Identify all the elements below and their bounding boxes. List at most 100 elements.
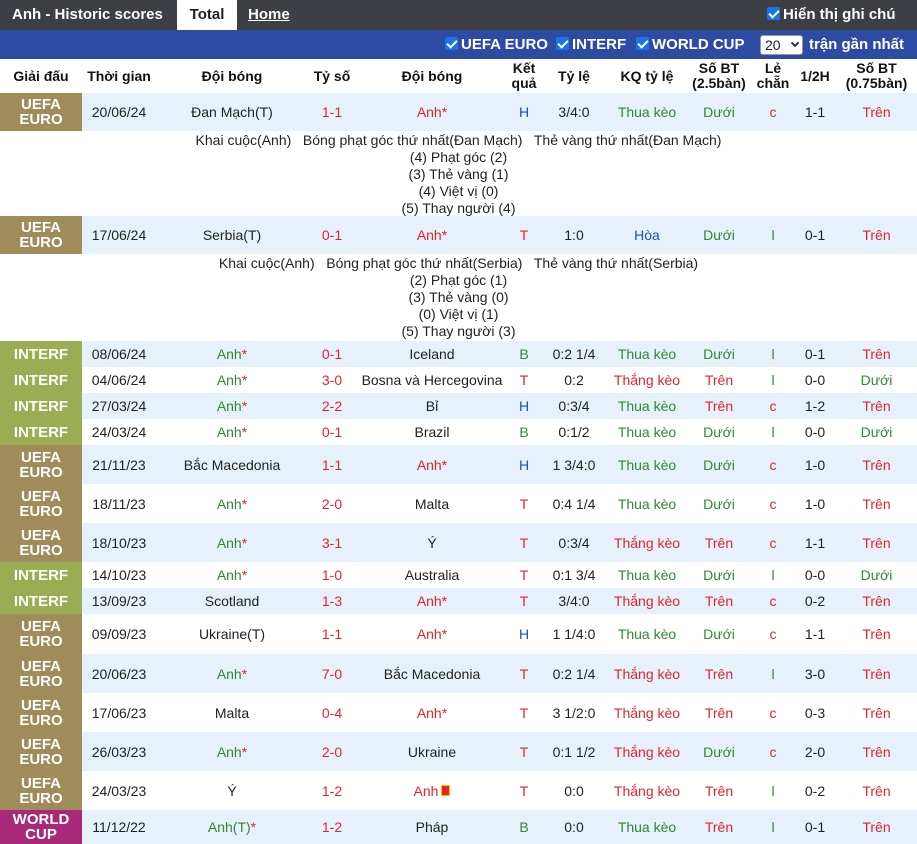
away-text[interactable]: Anh bbox=[417, 457, 442, 473]
match-count-select[interactable]: 20 bbox=[760, 35, 803, 55]
cell-oe: l bbox=[752, 216, 794, 254]
cell-home[interactable]: Anh * bbox=[156, 654, 308, 693]
home-text[interactable]: Anh(T) bbox=[208, 819, 251, 835]
away-text[interactable]: Australia bbox=[405, 567, 459, 583]
cell-home[interactable]: Anh * bbox=[156, 341, 308, 367]
cell-away[interactable]: Anh * bbox=[356, 693, 508, 732]
cell-score: 1-1 bbox=[308, 445, 356, 484]
cell-away[interactable]: Ý bbox=[356, 523, 508, 562]
table-row: INTERF 27/03/24 Anh * 2-2 Bỉ H 0:3/4 Thua kèo Trê… bbox=[0, 393, 917, 419]
tab-home[interactable]: Home bbox=[248, 0, 290, 30]
ou2-text: Dưới bbox=[860, 424, 893, 440]
cell-away[interactable]: Anh * bbox=[356, 216, 508, 254]
cell-home[interactable]: Anh * bbox=[156, 393, 308, 419]
tab-total[interactable]: Total bbox=[177, 0, 237, 30]
cell-away[interactable]: Anh * bbox=[356, 445, 508, 484]
cell-away[interactable]: Australia bbox=[356, 562, 508, 588]
cell-half: 1-0 bbox=[794, 484, 836, 523]
away-text[interactable]: Anh bbox=[417, 705, 442, 721]
home-text[interactable]: Scotland bbox=[205, 593, 259, 609]
cell-away[interactable]: Bỉ bbox=[356, 393, 508, 419]
home-text[interactable]: Anh bbox=[217, 496, 242, 512]
cell-away[interactable]: Brazil bbox=[356, 419, 508, 445]
away-text[interactable]: Ukraine bbox=[408, 744, 456, 760]
away-text[interactable]: Pháp bbox=[416, 819, 449, 835]
cell-home[interactable]: Anh * bbox=[156, 523, 308, 562]
away-text[interactable]: Ý bbox=[427, 535, 436, 551]
cell-away[interactable]: Bắc Macedonia bbox=[356, 654, 508, 693]
cell-home[interactable]: Anh * bbox=[156, 732, 308, 771]
cell-home[interactable]: Serbia(T) bbox=[156, 216, 308, 254]
cell-away[interactable]: Iceland bbox=[356, 341, 508, 367]
cell-away[interactable]: Anh * bbox=[356, 93, 508, 131]
score-text: 1-1 bbox=[321, 626, 343, 642]
show-notes-toggle[interactable]: Hiển thị ghi chú bbox=[767, 0, 896, 30]
cell-home[interactable]: Malta bbox=[156, 693, 308, 732]
filter-worldcup[interactable]: WORLD CUP bbox=[636, 30, 745, 59]
cell-ou2: Trên bbox=[836, 732, 917, 771]
notes-stat-line: (4) Phạt góc (2) bbox=[409, 149, 508, 165]
cell-home[interactable]: Anh * bbox=[156, 419, 308, 445]
cell-ou2: Trên bbox=[836, 523, 917, 562]
cell-away[interactable]: Anh bbox=[356, 771, 508, 810]
checkbox-icon[interactable] bbox=[556, 37, 569, 50]
date-text: 21/11/23 bbox=[92, 456, 146, 473]
home-text[interactable]: Anh bbox=[217, 424, 242, 440]
score-text: 2-0 bbox=[321, 743, 343, 760]
date-text: 14/10/23 bbox=[91, 567, 147, 583]
home-text[interactable]: Anh bbox=[217, 346, 242, 362]
cell-half: 0-2 bbox=[794, 771, 836, 810]
away-text[interactable]: Bỉ bbox=[426, 398, 438, 414]
cell-ou2: Trên bbox=[836, 445, 917, 484]
away-text[interactable]: Bắc Macedonia bbox=[384, 666, 481, 682]
cell-home[interactable]: Anh * bbox=[156, 562, 308, 588]
home-text[interactable]: Anh bbox=[217, 398, 242, 414]
filter-euro[interactable]: UEFA EURO bbox=[445, 30, 548, 59]
away-text[interactable]: Anh bbox=[414, 783, 439, 799]
checkbox-icon[interactable] bbox=[767, 7, 780, 20]
cell-home[interactable]: Bắc Macedonia bbox=[156, 445, 308, 484]
home-text[interactable]: Anh bbox=[217, 666, 242, 682]
cell-home[interactable]: Scotland bbox=[156, 588, 308, 614]
cell-home[interactable]: Ukraine(T) bbox=[156, 614, 308, 654]
cell-away[interactable]: Bosna và Hercegovina bbox=[356, 367, 508, 393]
cell-home[interactable]: Anh * bbox=[156, 367, 308, 393]
score-text: 3-1 bbox=[321, 534, 343, 551]
notes-header: Khai cuộc(Anh) Bóng phạt góc thứ nhất(Đa… bbox=[195, 132, 722, 148]
cell-home[interactable]: Anh * bbox=[156, 484, 308, 523]
cell-away[interactable]: Ukraine bbox=[356, 732, 508, 771]
home-text[interactable]: Anh bbox=[217, 567, 242, 583]
away-text[interactable]: Anh bbox=[417, 626, 442, 642]
date-text: 09/09/23 bbox=[91, 626, 147, 642]
cell-away[interactable]: Pháp bbox=[356, 810, 508, 844]
checkbox-icon[interactable] bbox=[445, 37, 458, 50]
league-badge: INTERF bbox=[0, 341, 82, 367]
home-text[interactable]: Anh bbox=[217, 744, 242, 760]
cell-home[interactable]: Anh(T) * bbox=[156, 810, 308, 844]
home-text[interactable]: Serbia(T) bbox=[203, 227, 261, 243]
away-text[interactable]: Anh bbox=[417, 593, 442, 609]
filter-interf[interactable]: INTERF bbox=[556, 30, 626, 59]
cell-away[interactable]: Malta bbox=[356, 484, 508, 523]
away-text[interactable]: Anh bbox=[417, 227, 442, 243]
away-text[interactable]: Brazil bbox=[414, 424, 449, 440]
cell-away[interactable]: Anh * bbox=[356, 588, 508, 614]
home-text[interactable]: Đan Mạch(T) bbox=[191, 104, 273, 120]
result-text: B bbox=[519, 819, 529, 835]
away-text[interactable]: Anh bbox=[417, 104, 442, 120]
home-text[interactable]: Ukraine(T) bbox=[199, 626, 265, 642]
away-text[interactable]: Bosna và Hercegovina bbox=[362, 372, 503, 388]
home-text[interactable]: Malta bbox=[215, 705, 249, 721]
cell-home[interactable]: Ý bbox=[156, 771, 308, 810]
away-text[interactable]: Malta bbox=[415, 496, 449, 512]
cell-kq: Thua kèo bbox=[608, 562, 686, 588]
cell-away[interactable]: Anh * bbox=[356, 614, 508, 654]
home-text[interactable]: Anh bbox=[217, 535, 242, 551]
oe-text: c bbox=[769, 398, 777, 414]
home-text[interactable]: Anh bbox=[217, 372, 242, 388]
away-text[interactable]: Iceland bbox=[409, 346, 454, 362]
checkbox-icon[interactable] bbox=[636, 37, 649, 50]
home-text[interactable]: Bắc Macedonia bbox=[184, 457, 281, 473]
cell-home[interactable]: Đan Mạch(T) bbox=[156, 93, 308, 131]
home-text[interactable]: Ý bbox=[227, 783, 236, 799]
